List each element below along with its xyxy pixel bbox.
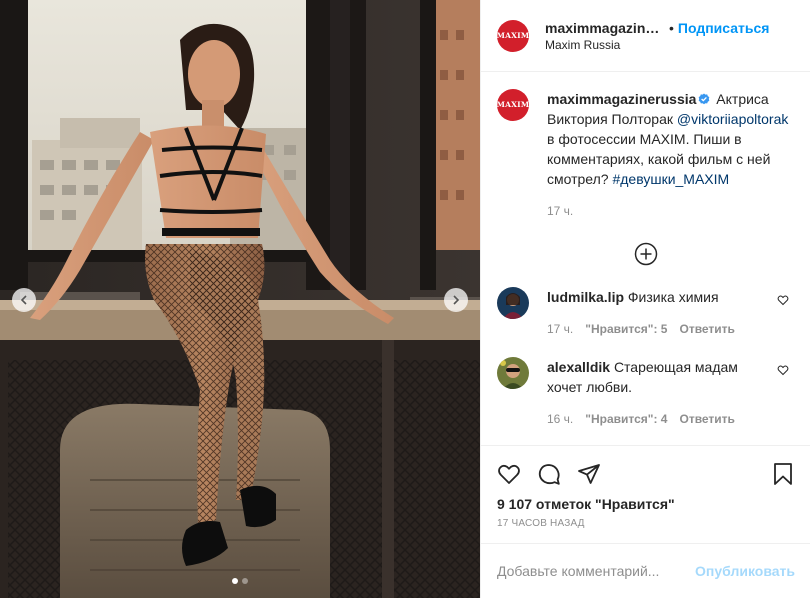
heart-icon[interactable] — [777, 364, 789, 376]
comment-likes-count[interactable]: "Нравится": 4 — [585, 409, 667, 429]
comment-input[interactable] — [497, 563, 696, 579]
carousel-dot — [232, 578, 238, 584]
comment-item: ludmilka.lip Физика химия 17 ч. "Нравитс… — [497, 287, 795, 339]
action-bar — [481, 446, 810, 492]
avatar[interactable]: MAXIM — [496, 19, 530, 52]
comment-item: alexalldik Стареющая мадам хочет любви. … — [497, 357, 795, 429]
hashtag-link[interactable]: #девушки_MAXIM — [612, 171, 729, 187]
comment-username[interactable]: ludmilka.lip — [547, 289, 624, 305]
load-more-comments[interactable] — [497, 242, 795, 266]
follow-button[interactable]: Подписаться — [678, 20, 770, 36]
comment-icon[interactable] — [537, 462, 561, 486]
brand-logo: MAXIM — [496, 30, 530, 40]
add-comment-form: Опубликовать — [481, 543, 810, 598]
carousel-indicator — [0, 578, 480, 584]
reply-button[interactable]: Ответить — [679, 409, 734, 429]
post-side-panel: MAXIM maximmagazinerussia • Подписаться … — [480, 0, 810, 598]
comment-username[interactable]: alexalldik — [547, 359, 610, 375]
post-timestamp[interactable]: 17 часов назад — [481, 512, 810, 529]
verified-icon — [699, 93, 710, 105]
post-caption: MAXIM maximmagazinerussia Актриса Виктор… — [497, 89, 795, 221]
location-link[interactable]: Maxim Russia — [545, 38, 769, 52]
post-comment-button[interactable]: Опубликовать — [695, 563, 795, 579]
comment-timestamp[interactable]: 16 ч. — [547, 409, 573, 429]
heart-icon[interactable] — [497, 462, 521, 486]
heart-icon[interactable] — [777, 294, 789, 306]
post-actions-section: 9 107 отметок "Нравится" 17 часов назад — [481, 445, 810, 529]
comments-list[interactable]: MAXIM maximmagazinerussia Актриса Виктор… — [481, 73, 810, 445]
avatar[interactable]: MAXIM — [497, 89, 529, 121]
comment-text: Физика химия — [627, 289, 719, 305]
bookmark-icon[interactable] — [771, 462, 795, 486]
post-media[interactable] — [0, 0, 480, 598]
caption-username[interactable]: maximmagazinerussia — [547, 91, 696, 107]
separator-dot: • — [669, 19, 674, 36]
avatar[interactable] — [497, 357, 529, 389]
previous-slide-button[interactable] — [12, 288, 36, 312]
avatar[interactable] — [497, 287, 529, 319]
post-photo — [0, 0, 480, 598]
carousel-dot — [242, 578, 248, 584]
chevron-right-icon — [453, 295, 460, 305]
post-dialog: MAXIM maximmagazinerussia • Подписаться … — [0, 0, 810, 598]
post-header: MAXIM maximmagazinerussia • Подписаться … — [481, 0, 810, 72]
comment-likes-count[interactable]: "Нравится": 5 — [585, 319, 667, 339]
plus-circle-icon — [634, 242, 658, 266]
share-icon[interactable] — [577, 462, 601, 486]
comment-timestamp[interactable]: 17 ч. — [547, 319, 573, 339]
next-slide-button[interactable] — [444, 288, 468, 312]
reply-button[interactable]: Ответить — [679, 319, 734, 339]
chevron-left-icon — [20, 295, 27, 305]
mention-link[interactable]: @viktoriiapoltorak — [677, 111, 788, 127]
caption-timestamp[interactable]: 17 ч. — [547, 201, 795, 221]
brand-logo: MAXIM — [496, 100, 530, 109]
likes-count[interactable]: 9 107 отметок "Нравится" — [481, 492, 810, 512]
author-username[interactable]: maximmagazinerussia — [545, 20, 665, 36]
post-header-text: maximmagazinerussia • Подписаться Maxim … — [545, 20, 769, 52]
